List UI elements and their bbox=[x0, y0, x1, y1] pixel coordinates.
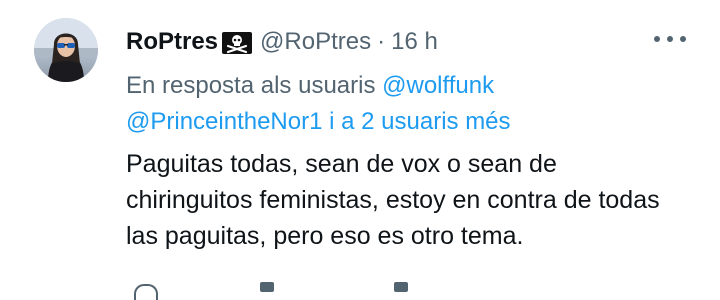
tweet-text: Paguitas todas, sean de vox o sean de ch… bbox=[126, 150, 660, 250]
tweet[interactable]: RoPtres @RoPtres · 16 h En resposta als … bbox=[0, 0, 720, 300]
more-options-icon[interactable] bbox=[654, 34, 686, 44]
separator-dot: · bbox=[377, 28, 386, 55]
action-bar bbox=[126, 278, 686, 300]
more-recipients-link[interactable]: i a 2 usuaris més bbox=[329, 108, 510, 135]
mention-link[interactable]: @wolffunk bbox=[382, 72, 494, 99]
display-name[interactable]: RoPtres bbox=[126, 28, 218, 56]
avatar-image bbox=[34, 18, 98, 82]
timestamp[interactable]: 16 h bbox=[391, 28, 438, 56]
mention-link[interactable]: @PrinceintheNor1 bbox=[126, 108, 322, 135]
reply-icon[interactable] bbox=[134, 284, 158, 300]
avatar[interactable] bbox=[34, 18, 98, 82]
like-icon[interactable] bbox=[394, 282, 408, 292]
retweet-icon[interactable] bbox=[260, 282, 274, 292]
reply-context: En resposta als usuaris @wolffunk @Princ… bbox=[126, 68, 686, 140]
skull-crossbones-flag-icon bbox=[222, 32, 253, 54]
reply-prefix: En resposta als usuaris bbox=[126, 72, 376, 99]
user-handle[interactable]: @RoPtres bbox=[260, 28, 371, 56]
tweet-header: RoPtres @RoPtres · 16 h bbox=[126, 24, 438, 60]
